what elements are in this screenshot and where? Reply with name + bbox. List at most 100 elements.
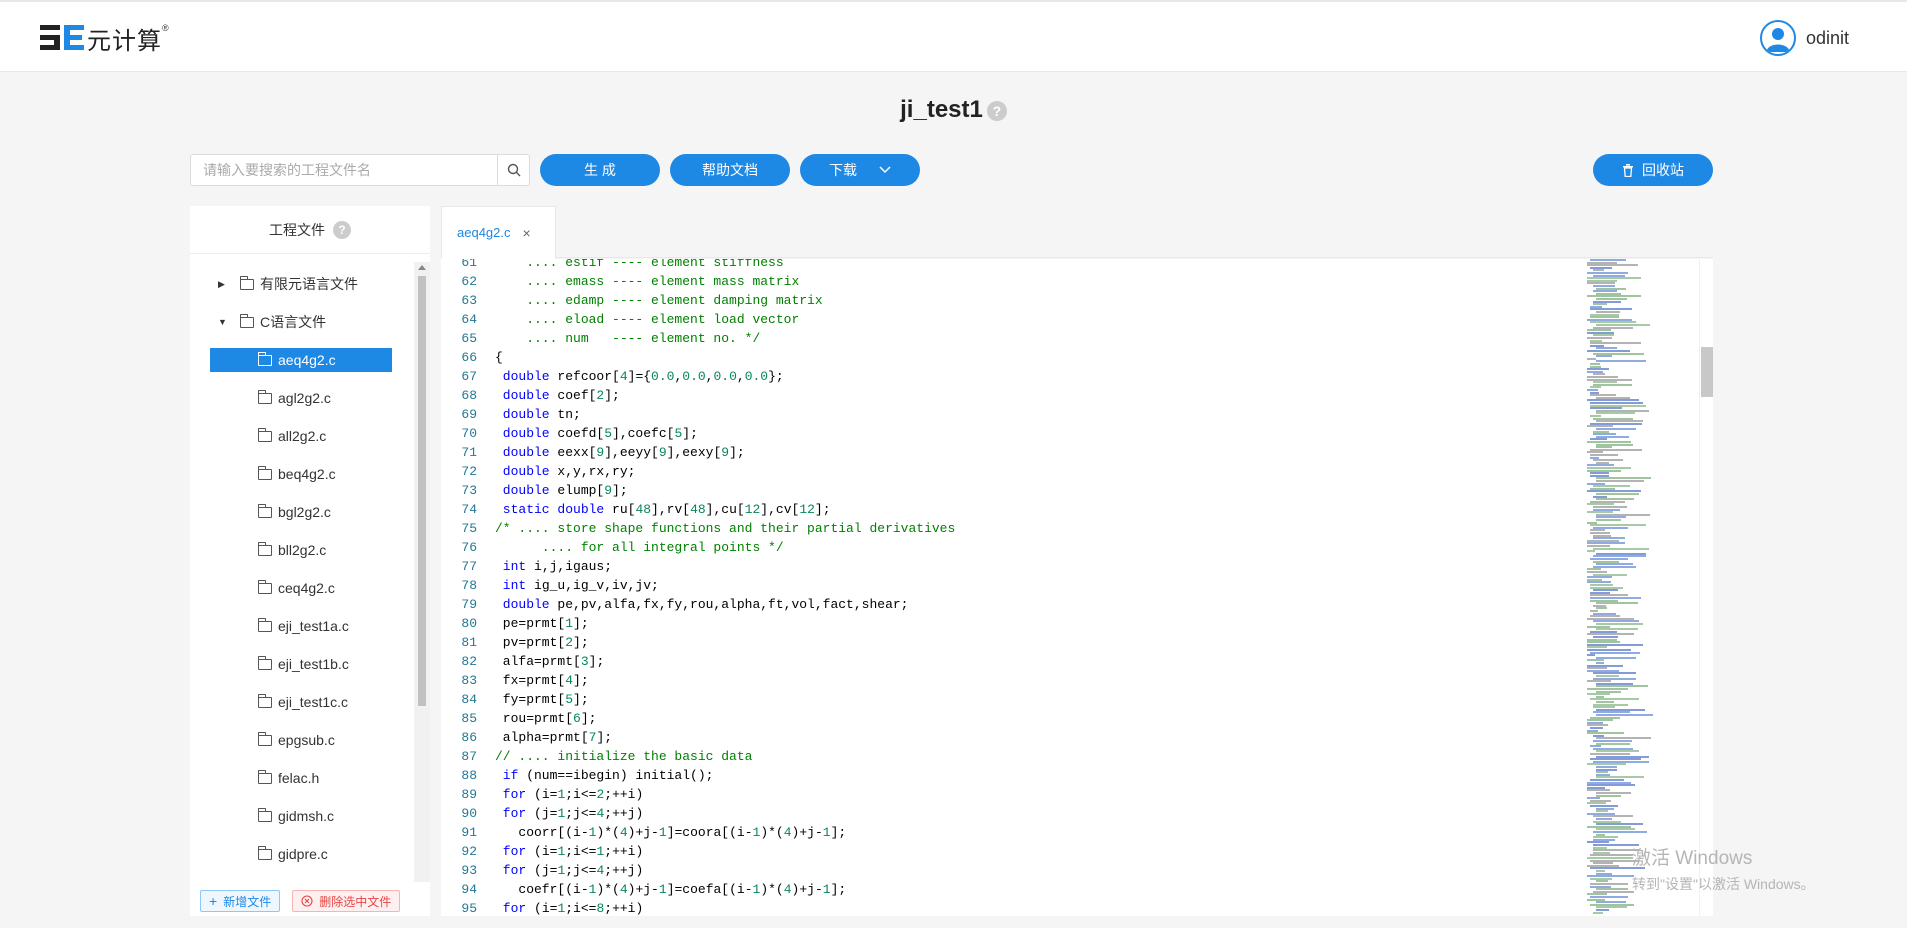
- tree-file[interactable]: agl2g2.c: [257, 386, 331, 410]
- code-line[interactable]: 66 {: [441, 348, 502, 367]
- line-number: 72: [461, 464, 477, 479]
- code-line[interactable]: 86 alpha=prmt[7];: [441, 728, 612, 747]
- caret-right-icon[interactable]: ▶: [218, 279, 228, 290]
- minimap-line: [1587, 357, 1596, 360]
- logo[interactable]: 元计算 ®: [40, 20, 169, 56]
- tree-scrollbar[interactable]: [414, 262, 430, 882]
- code-line[interactable]: 62 .... emass ---- element mass matrix: [441, 272, 799, 291]
- help-doc-button[interactable]: 帮助文档: [670, 154, 790, 186]
- code-line[interactable]: 68 double coef[2];: [441, 386, 619, 405]
- code-token: ];: [588, 654, 605, 669]
- code-line[interactable]: 65 .... num ---- element no. */: [441, 329, 760, 348]
- code-line[interactable]: 83 fx=prmt[4];: [441, 671, 588, 690]
- code-line[interactable]: 94 coefr[(i-1)*(4)+j-1]=coefa[(i-1)*(4)+…: [441, 880, 846, 899]
- editor-scrollbar[interactable]: [1699, 259, 1713, 916]
- tree-file[interactable]: ceq4g2.c: [257, 576, 335, 600]
- tree-folder-c[interactable]: ▼ C语言文件: [218, 310, 326, 334]
- code-token: alfa=prmt[: [495, 654, 581, 669]
- code-line[interactable]: 93 for (j=1;j<=4;++j): [441, 861, 643, 880]
- tree-file[interactable]: eji_test1a.c: [257, 614, 349, 638]
- generate-button[interactable]: 生 成: [540, 154, 660, 186]
- code-line[interactable]: 87 // .... initialize the basic data: [441, 747, 752, 766]
- code-line[interactable]: 81 pv=prmt[2];: [441, 633, 589, 652]
- title-help-icon[interactable]: ?: [986, 100, 1007, 121]
- close-icon[interactable]: ×: [523, 225, 531, 241]
- code-line[interactable]: 71 double eexx[9],eeyy[9],eexy[9];: [441, 443, 744, 462]
- code-line[interactable]: 64 .... eload ---- element load vector: [441, 310, 799, 329]
- code-token: alpha=prmt[: [495, 730, 589, 745]
- tree-file[interactable]: all2g2.c: [257, 424, 326, 448]
- code-token: )*(: [760, 825, 784, 840]
- code-line[interactable]: 85 rou=prmt[6];: [441, 709, 596, 728]
- top-bar: 元计算 ® odinit: [0, 0, 1907, 72]
- panel-help-icon[interactable]: ?: [333, 220, 351, 239]
- code-line[interactable]: 70 double coefd[5],coefc[5];: [441, 424, 697, 443]
- code-token: ];: [573, 635, 589, 650]
- code-token: ],rv[: [651, 502, 691, 517]
- tree-file[interactable]: gidpre.c: [257, 842, 328, 866]
- code-line[interactable]: 90 for (j=1;j<=4;++j): [441, 804, 643, 823]
- code-token: 48: [690, 502, 706, 517]
- logo-registered-mark: ®: [162, 23, 169, 33]
- code-line[interactable]: 74 static double ru[48],rv[48],cu[12],cv…: [441, 500, 830, 519]
- folder-icon: [257, 503, 272, 518]
- tree-file[interactable]: bgl2g2.c: [257, 500, 331, 524]
- code-line[interactable]: 67 double refcoor[4]={0.0,0.0,0.0,0.0};: [441, 367, 783, 386]
- caret-down-icon[interactable]: ▼: [218, 317, 228, 327]
- tree-file-aeq4g2[interactable]: aeq4g2.c: [210, 348, 392, 372]
- search-button[interactable]: [497, 155, 529, 185]
- file-label: agl2g2.c: [278, 390, 331, 406]
- user-menu[interactable]: odinit: [1759, 20, 1849, 56]
- delete-selected-button[interactable]: 删除选中文件: [292, 890, 401, 912]
- line-number: 64: [461, 312, 477, 327]
- code-line[interactable]: 82 alfa=prmt[3];: [441, 652, 604, 671]
- tree-scrollbar-thumb[interactable]: [418, 276, 426, 706]
- tree-file[interactable]: eji_test1b.c: [257, 652, 349, 676]
- search-input[interactable]: [191, 155, 497, 185]
- code-token: (j=: [526, 806, 558, 821]
- code-line[interactable]: 77 int i,j,igaus;: [441, 557, 612, 576]
- code-line[interactable]: 79 double pe,pv,alfa,fx,fy,rou,alpha,ft,…: [441, 595, 908, 614]
- file-label: ceq4g2.c: [278, 580, 335, 596]
- recycle-bin-button[interactable]: 回收站: [1593, 154, 1713, 186]
- code-line[interactable]: 80 pe=prmt[1];: [441, 614, 588, 633]
- tab-aeq4g2[interactable]: aeq4g2.c ×: [441, 206, 556, 259]
- code-line[interactable]: 75 /* .... store shape functions and thei…: [441, 519, 955, 538]
- tree-file[interactable]: felac.h: [257, 766, 320, 790]
- editor-scrollbar-thumb[interactable]: [1701, 347, 1713, 397]
- tree-file[interactable]: eji_test1c.c: [257, 690, 348, 714]
- add-file-button[interactable]: + 新增文件: [200, 890, 281, 912]
- code-line[interactable]: 95 for (i=1;i<=8;++i): [441, 899, 643, 916]
- code-line[interactable]: 84 fy=prmt[5];: [441, 690, 588, 709]
- code-editor[interactable]: 61 .... estif ---- element stiffness 62 .…: [441, 259, 1713, 916]
- code-minimap[interactable]: [1587, 259, 1687, 916]
- code-token: coefr[(i-: [495, 882, 589, 897]
- tree-file[interactable]: gidmsh.c: [257, 804, 334, 828]
- code-token: for: [495, 901, 527, 916]
- tree-file[interactable]: epgsub.c: [257, 728, 335, 752]
- username[interactable]: odinit: [1806, 28, 1849, 49]
- plus-icon: +: [209, 893, 218, 909]
- tree-folder-fem[interactable]: ▶ 有限元语言文件: [218, 272, 358, 296]
- code-token: 9: [721, 445, 730, 460]
- tree-file[interactable]: bll2g2.c: [257, 538, 326, 562]
- scroll-up-arrow-icon[interactable]: [418, 265, 426, 270]
- code-line[interactable]: 69 double tn;: [441, 405, 580, 424]
- file-label: felac.h: [278, 770, 320, 786]
- download-button[interactable]: 下载: [800, 154, 920, 186]
- code-line[interactable]: 78 int ig_u,ig_v,iv,jv;: [441, 576, 658, 595]
- code-line[interactable]: 88 if (num==ibegin) initial();: [441, 766, 713, 785]
- code-line[interactable]: 72 double x,y,rx,ry;: [441, 462, 635, 481]
- code-line[interactable]: 92 for (i=1;i<=1;++i): [441, 842, 643, 861]
- code-line[interactable]: 89 for (i=1;i<=2;++i): [441, 785, 643, 804]
- code-line[interactable]: 63 .... edamp ---- element damping matri…: [441, 291, 822, 310]
- code-token: )+j-: [791, 882, 823, 897]
- code-token: ];: [830, 825, 847, 840]
- code-line[interactable]: 76 .... for all integral points */: [441, 538, 783, 557]
- code-line[interactable]: 91 coorr[(i-1)*(4)+j-1]=coora[(i-1)*(4)+…: [441, 823, 846, 842]
- user-avatar-icon[interactable]: [1759, 20, 1796, 56]
- code-line[interactable]: 73 double elump[9];: [441, 481, 627, 500]
- tree-file[interactable]: beq4g2.c: [257, 462, 336, 486]
- code-line[interactable]: 61 .... estif ---- element stiffness: [441, 259, 783, 272]
- code-token: 12: [799, 502, 815, 517]
